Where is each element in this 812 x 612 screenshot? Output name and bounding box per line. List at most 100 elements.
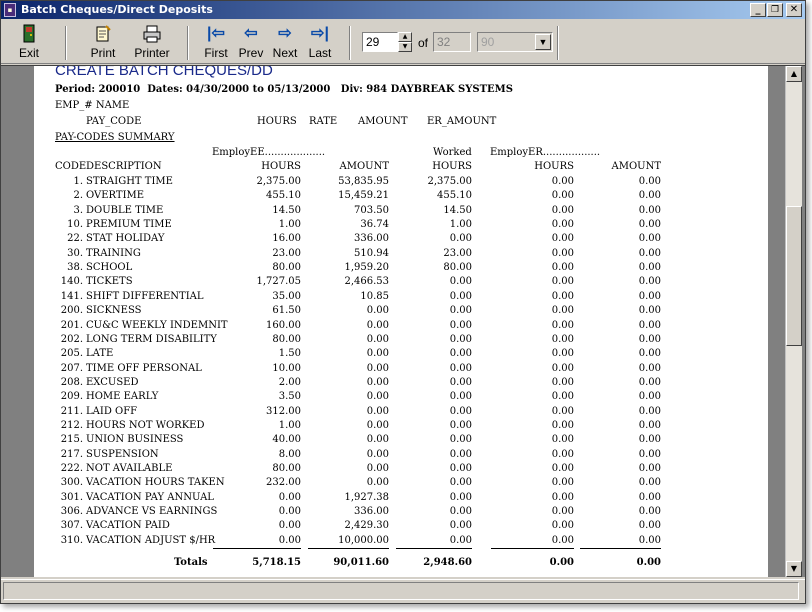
cell-worked: 0.00: [449, 491, 472, 503]
close-button[interactable]: ✕: [786, 3, 802, 17]
cell-worked: 23.00: [443, 247, 472, 259]
printer-button[interactable]: Printer: [132, 24, 172, 60]
col-er-amount: ER_AMOUNT: [427, 116, 497, 127]
toolbar-separator: [557, 26, 559, 60]
worked-group-header: Worked: [433, 147, 472, 158]
cell-ee-amount: 2,429.30: [344, 520, 389, 532]
totals-ee-amount: 90,011.60: [333, 557, 389, 568]
summary-label: PAY-CODES SUMMARY: [55, 132, 175, 143]
scroll-down-icon[interactable]: ▼: [786, 561, 802, 577]
app-window: ▪ Batch Cheques/Direct Deposits _ ❐ ✕ Ex…: [0, 0, 806, 604]
prev-page-button[interactable]: ⇦ Prev: [237, 24, 265, 60]
total-rule: [396, 548, 472, 549]
total-rule: [491, 548, 574, 549]
table-row: 209. HOME EARLY 3.50 0.00 0.00 0.00 0.00: [34, 391, 768, 405]
period-line: Period: 200010 Dates: 04/30/2000 to 05/1…: [55, 84, 513, 95]
window-title: Batch Cheques/Direct Deposits: [21, 3, 213, 16]
restore-button[interactable]: ❐: [767, 3, 783, 17]
chevron-down-icon[interactable]: ▼: [535, 34, 551, 50]
table-row: 207. TIME OFF PERSONAL 10.00 0.00 0.00 0.00 0.…: [34, 363, 768, 377]
total-rule: [213, 548, 301, 549]
first-page-icon: |⇦: [207, 25, 225, 42]
cell-desc: TICKETS: [86, 276, 133, 288]
cell-er-hours: 0.00: [551, 190, 574, 202]
cell-worked: 0.00: [449, 391, 472, 403]
cell-er-amount: 0.00: [638, 405, 661, 417]
zoom-select[interactable]: 90 ▼: [477, 32, 553, 52]
cell-desc: SHIFT DIFFERENTIAL: [86, 290, 204, 302]
table-row: 205. LATE 1.50 0.00 0.00 0.00 0.00: [34, 348, 768, 362]
cell-worked: 0.00: [449, 348, 472, 360]
toolbar-separator: [65, 26, 67, 60]
cell-ee-amount: 0.00: [366, 362, 389, 374]
cell-code: 217.: [60, 448, 83, 460]
first-page-button[interactable]: |⇦ First: [201, 24, 231, 60]
total-pages-field: 32: [433, 32, 471, 52]
cell-ee-amount: 0.00: [366, 463, 389, 474]
vertical-scrollbar[interactable]: ▲ ▼: [785, 66, 802, 577]
cell-er-hours: 0.00: [551, 376, 574, 388]
cell-worked: 0.00: [449, 233, 472, 245]
cell-ee-hours: 35.00: [272, 290, 301, 302]
toolbar-separator: [349, 26, 351, 60]
table-row: 215. UNION BUSINESS 40.00 0.00 0.00 0.00 0.00: [34, 434, 768, 448]
th-ee-amount: AMOUNT: [339, 161, 389, 172]
page-spinner[interactable]: ▲ ▼: [398, 32, 412, 52]
scroll-thumb[interactable]: [786, 206, 802, 346]
cell-ee-hours: 80.00: [272, 262, 301, 274]
cell-er-amount: 0.00: [638, 276, 661, 288]
exit-button[interactable]: Exit: [15, 24, 43, 60]
cell-desc: HOME EARLY: [86, 391, 159, 403]
report-page: CREATE BATCH CHEQUES/DD Period: 200010 D…: [34, 65, 768, 577]
cell-er-hours: 0.00: [551, 463, 574, 474]
printer-label: Printer: [134, 46, 170, 60]
cell-desc: TIME OFF PERSONAL: [86, 362, 202, 374]
cell-er-amount: 0.00: [638, 319, 661, 331]
cell-er-amount: 0.00: [638, 491, 661, 503]
table-row: 307. VACATION PAID 0.00 2,429.30 0.00 0.00 0.0…: [34, 520, 768, 534]
total-rule: [308, 548, 389, 549]
cell-ee-hours: 0.00: [278, 491, 301, 503]
current-page-input[interactable]: 29: [362, 32, 398, 52]
report-title: CREATE BATCH CHEQUES/DD: [55, 65, 273, 79]
of-label: of: [418, 36, 429, 50]
scroll-up-icon[interactable]: ▲: [786, 66, 802, 82]
minimize-button[interactable]: _: [750, 3, 766, 17]
cell-worked: 0.00: [449, 463, 472, 474]
totals-row: Totals 5,718.15 90,011.60 2,948.60 0.00 …: [34, 557, 768, 571]
cell-code: 30.: [67, 247, 83, 259]
last-page-button[interactable]: ⇨| Last: [306, 24, 334, 60]
cell-desc: VACATION PAID: [86, 520, 170, 532]
report-viewport: CREATE BATCH CHEQUES/DD Period: 200010 D…: [1, 65, 805, 577]
cell-desc: LATE: [86, 348, 114, 360]
cell-ee-hours: 10.00: [272, 362, 301, 374]
cell-code: 207.: [60, 362, 83, 374]
table-row: 200. SICKNESS 61.50 0.00 0.00 0.00 0.00: [34, 305, 768, 319]
cell-worked: 0.00: [449, 477, 472, 489]
cell-er-amount: 0.00: [638, 506, 661, 518]
cell-ee-hours: 80.00: [272, 463, 301, 474]
cell-desc: DOUBLE TIME: [86, 204, 164, 216]
cell-worked: 0.00: [449, 405, 472, 417]
cell-code: 209.: [60, 391, 83, 403]
cell-er-amount: 0.00: [638, 204, 661, 216]
cell-desc: SCHOOL: [86, 262, 133, 274]
cell-er-hours: 0.00: [551, 434, 574, 446]
cell-ee-hours: 0.00: [278, 520, 301, 532]
totals-worked: 2,948.60: [423, 557, 472, 568]
spin-down-icon[interactable]: ▼: [398, 42, 412, 52]
cell-ee-hours: 232.00: [266, 477, 301, 489]
table-row: 3. DOUBLE TIME 14.50 703.50 14.50 0.00 0.00: [34, 205, 768, 219]
cell-ee-amount: 0.00: [366, 434, 389, 446]
cell-code: 205.: [60, 348, 83, 360]
cell-ee-amount: 2,466.53: [344, 276, 389, 288]
prev-page-icon: ⇦: [244, 25, 258, 42]
table-row: 222. NOT AVAILABLE 80.00 0.00 0.00 0.00 0.00: [34, 463, 768, 477]
next-page-button[interactable]: ⇨ Next: [271, 24, 299, 60]
cell-er-hours: 0.00: [551, 219, 574, 231]
cell-er-amount: 0.00: [638, 176, 661, 187]
cell-er-hours: 0.00: [551, 247, 574, 259]
print-button[interactable]: Print: [87, 24, 119, 60]
prev-label: Prev: [238, 46, 264, 60]
spin-up-icon[interactable]: ▲: [398, 32, 412, 42]
